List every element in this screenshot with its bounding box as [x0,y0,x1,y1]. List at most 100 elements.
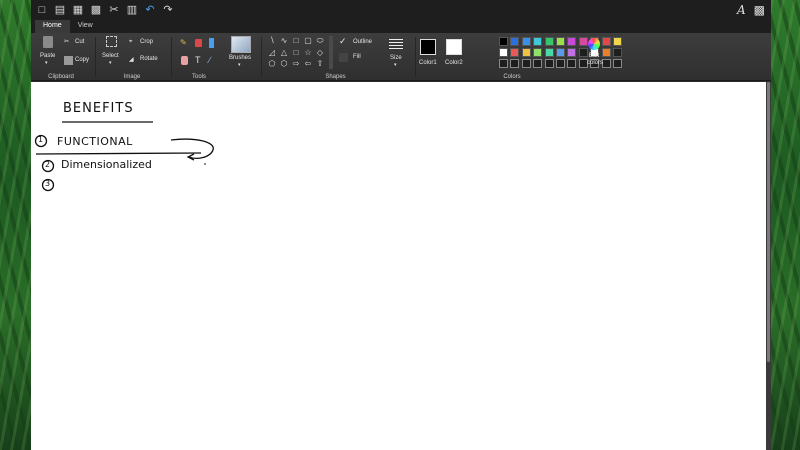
palette-swatch[interactable] [613,37,622,46]
curve-shape-icon[interactable]: ∿ [279,36,289,46]
edit-colors-icon[interactable] [588,38,600,50]
palette-swatch[interactable] [499,59,508,68]
diamond-shape-icon[interactable]: ◇ [315,48,325,58]
brushes-button[interactable]: Brushes [229,55,251,61]
palette-swatch[interactable] [544,59,554,68]
fill-button[interactable]: Fill [353,54,361,60]
palette-swatch[interactable] [567,59,577,68]
outline-button[interactable]: Outline [353,39,372,45]
text-icon-a[interactable] [209,38,214,48]
tab-home[interactable]: Home [35,20,70,33]
line-shape-icon[interactable]: ∖ [267,36,277,46]
eraser-icon[interactable] [181,56,188,65]
palette-swatch[interactable] [510,37,520,46]
cut-icon[interactable]: ✂ [64,38,69,45]
palette-swatch[interactable] [613,59,622,68]
palette-swatch[interactable] [521,37,531,46]
arrow-right-shape-icon[interactable]: ⇨ [291,59,301,69]
ellipse-shape-icon[interactable]: ⬭ [315,36,325,46]
desktop-background-right [771,0,800,450]
fill-icon[interactable] [339,53,348,62]
rectangle-shape-icon-2[interactable]: □ [291,48,301,58]
arrow-left-shape-icon[interactable]: ⇦ [303,59,313,69]
redo-icon[interactable]: ↷ [162,4,174,16]
palette-swatch[interactable] [556,48,565,57]
palette-swatch[interactable] [533,48,543,57]
font-icon[interactable]: A [737,3,746,17]
right-triangle-shape-icon[interactable]: ◿ [267,48,277,58]
palette-swatch[interactable] [521,48,531,57]
paste-button[interactable]: Paste [40,53,55,59]
copy-icon[interactable] [64,56,73,65]
color2-label[interactable]: Color2 [445,60,463,66]
color2-swatch[interactable] [446,39,462,55]
new-file-icon[interactable]: □ [36,4,48,16]
brushes-dropdown-icon[interactable]: ▾ [238,62,241,68]
text-tool-icon[interactable]: T [195,55,201,65]
crop-icon[interactable]: ⌖ [129,39,132,46]
drawing-canvas[interactable]: BENEFITS 1 FUNCTIONAL 2 Dimensionalized … [31,82,766,450]
cut-button[interactable]: Cut [75,39,84,45]
undo-icon[interactable]: ↶ [144,4,156,16]
shapes-scroll-icon[interactable] [329,36,333,69]
edit-colors-button[interactable]: Edit colors [587,53,603,67]
palette-swatch[interactable] [499,48,508,57]
palette-swatch[interactable] [556,37,565,46]
size-button[interactable]: Size [390,55,402,61]
triangle-shape-icon[interactable]: △ [279,48,289,58]
arrow-up-shape-icon[interactable]: ⇧ [315,59,325,69]
paste-icon[interactable] [43,36,53,48]
rectangle-shape-icon[interactable]: □ [291,36,301,46]
select-icon[interactable] [106,36,117,47]
item2-number: 2 [45,160,51,169]
open-folder-icon[interactable]: ▤ [54,4,66,16]
palette-swatch[interactable] [567,48,577,57]
handwriting-strokes [34,121,214,192]
hexagon-shape-icon[interactable]: ⬡ [279,59,289,69]
cut-icon[interactable]: ✂ [108,4,120,16]
palette-swatch[interactable] [578,37,588,46]
outline-check-icon[interactable]: ✓ [339,36,347,47]
palette-swatch[interactable] [567,37,577,46]
palette-swatch[interactable] [510,59,520,68]
size-dropdown-icon[interactable]: ▾ [394,62,397,68]
palette-swatch[interactable] [499,37,508,46]
print-icon[interactable]: ▩ [90,4,102,16]
palette-swatch[interactable] [544,48,554,57]
copy-button[interactable]: Copy [75,57,89,63]
brushes-group: Brushes ▾ [227,33,257,81]
palette-swatch[interactable] [521,59,531,68]
palette-swatch[interactable] [613,48,622,57]
tab-view[interactable]: View [70,20,101,33]
color1-label[interactable]: Color1 [419,60,437,66]
rounded-rectangle-shape-icon[interactable]: ▢ [303,36,313,46]
clipboard-group-label: Clipboard [48,74,74,80]
star-shape-icon[interactable]: ☆ [303,48,313,58]
rotate-icon[interactable]: ◢ [129,56,134,63]
palette-swatch[interactable] [556,59,565,68]
brushes-icon[interactable] [231,36,251,53]
rotate-button[interactable]: Rotate [140,56,158,62]
separator [261,37,262,77]
select-button[interactable]: Select [102,53,119,59]
color1-swatch[interactable] [420,39,436,55]
crop-button[interactable]: Crop [140,39,153,45]
select-dropdown-icon[interactable]: ▾ [109,60,112,66]
separator [415,37,416,77]
size-lines-icon[interactable] [389,39,403,40]
palette-swatch[interactable] [533,37,543,46]
color-picker-icon[interactable]: ∕ [209,55,211,65]
palette-swatch[interactable] [601,37,611,46]
palette-swatch[interactable] [533,59,543,68]
clipboard-icon[interactable]: ▥ [126,4,138,16]
fill-bucket-icon[interactable] [195,39,202,47]
palette-swatch[interactable] [601,48,611,57]
paste-dropdown-icon[interactable]: ▾ [45,60,48,66]
palette-swatch[interactable] [544,37,554,46]
printer-icon[interactable]: ▩ [754,3,765,17]
scrollbar-thumb[interactable] [767,82,770,362]
pencil-icon[interactable]: ✎ [180,38,187,47]
pentagon-shape-icon[interactable]: ⬠ [267,59,277,69]
save-icon[interactable]: ▦ [72,4,84,16]
palette-swatch[interactable] [510,48,520,57]
